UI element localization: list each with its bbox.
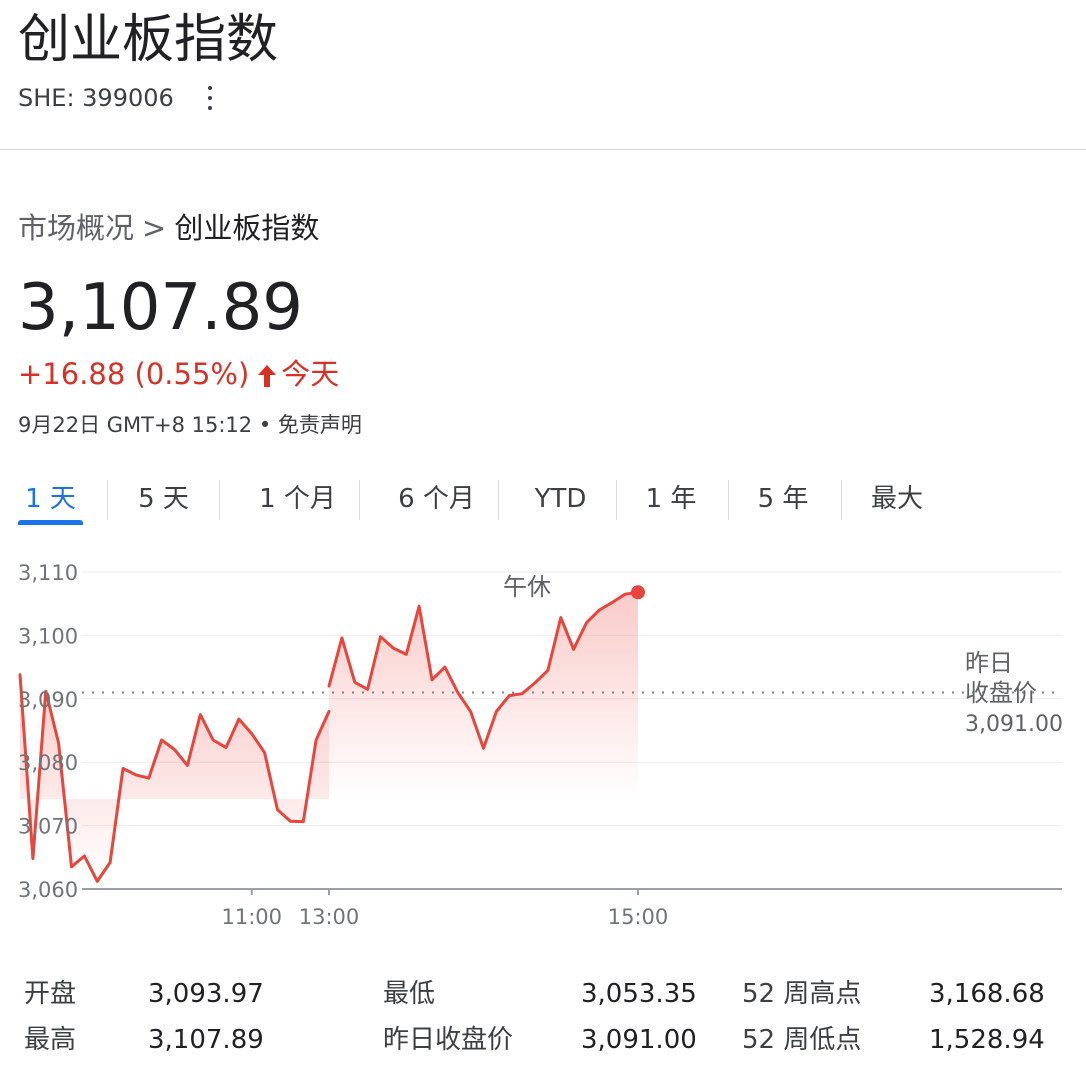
y-tick-label: 3,080 — [18, 751, 78, 775]
series-area-afternoon — [329, 592, 638, 799]
change-value: +16.88 (0.55%) — [18, 357, 250, 391]
stat-label-low: 最低 — [383, 979, 436, 1009]
stat-value-52w-high: 3,168.68 — [929, 979, 1045, 1009]
tab-max[interactable]: 最大 — [864, 470, 930, 526]
price-chart[interactable]: 3,060 3,070 3,080 3,090 3,100 3,110 11:00 13:00… — [0, 555, 1086, 945]
ticker-symbol: SHE: 399006 — [18, 84, 174, 112]
y-tick-label: 3,090 — [18, 688, 78, 712]
price-change: +16.88 (0.55%) 今天 — [18, 354, 339, 394]
stat-value-prev-close: 3,091.00 — [581, 1025, 697, 1055]
stats-row: 开盘 3,093.97 最低 3,053.35 52 周高点 3,168.68 — [0, 972, 1086, 1016]
page-title: 创业板指数 — [18, 10, 279, 70]
stat-label-open: 开盘 — [24, 979, 77, 1009]
more-vertical-icon[interactable] — [202, 84, 218, 112]
breadcrumb-market-overview[interactable]: 市场概况 — [18, 211, 134, 245]
breadcrumb-separator: > — [142, 211, 167, 245]
tab-separator — [616, 480, 617, 520]
previous-close-label-line1: 昨日 — [965, 649, 1013, 677]
y-tick-label: 3,100 — [18, 624, 78, 648]
x-tick-label: 15:00 — [608, 905, 669, 929]
y-tick-label: 3,070 — [18, 815, 78, 839]
previous-close-label-line2: 收盘价 — [965, 679, 1037, 707]
tab-separator — [498, 480, 499, 520]
tab-separator — [219, 480, 220, 520]
header-divider — [0, 149, 1086, 150]
tab-6m[interactable]: 6 个月 — [379, 470, 494, 526]
tab-separator — [728, 480, 729, 520]
x-tick-label: 13:00 — [299, 905, 360, 929]
change-period: 今天 — [281, 357, 340, 391]
breadcrumb: 市场概况 > 创业板指数 — [18, 208, 319, 248]
arrow-up-icon — [258, 365, 277, 387]
lunch-break-label: 午休 — [503, 573, 551, 601]
stat-label-prev-close: 昨日收盘价 — [383, 1025, 514, 1055]
breadcrumb-current: 创业板指数 — [174, 211, 320, 245]
tab-separator — [359, 480, 360, 520]
active-tab-indicator — [18, 520, 83, 525]
tab-ytd[interactable]: YTD — [523, 470, 598, 526]
stat-label-high: 最高 — [24, 1025, 77, 1055]
tab-5d[interactable]: 5 天 — [126, 470, 201, 526]
stat-value-high: 3,107.89 — [148, 1025, 264, 1055]
quote-meta: 9月22日 GMT+8 15:12 • 免责声明 — [18, 410, 362, 440]
tab-1y[interactable]: 1 年 — [638, 470, 704, 526]
stat-value-low: 3,053.35 — [581, 979, 697, 1009]
meta-bullet: • — [258, 413, 272, 437]
stat-label-52w-high: 52 周高点 — [742, 979, 862, 1009]
tab-5y[interactable]: 5 年 — [750, 470, 816, 526]
current-price: 3,107.89 — [18, 271, 303, 345]
previous-close-value: 3,091.00 — [965, 712, 1063, 737]
disclaimer-link[interactable]: 免责声明 — [278, 413, 362, 437]
tab-1d[interactable]: 1 天 — [18, 470, 83, 526]
tab-separator — [841, 480, 842, 520]
tab-separator — [107, 480, 108, 520]
stats-row: 最高 3,107.89 昨日收盘价 3,091.00 52 周低点 1,528.… — [0, 1018, 1086, 1062]
x-tick-label: 11:00 — [221, 905, 282, 929]
tab-1m[interactable]: 1 个月 — [240, 470, 355, 526]
y-tick-label: 3,060 — [18, 878, 78, 902]
y-tick-label: 3,110 — [18, 561, 78, 585]
last-price-point — [631, 585, 645, 600]
quote-timestamp: 9月22日 GMT+8 15:12 — [18, 413, 253, 437]
stat-value-52w-low: 1,528.94 — [929, 1025, 1045, 1055]
stat-label-52w-low: 52 周低点 — [742, 1025, 862, 1055]
stat-value-open: 3,093.97 — [148, 979, 264, 1009]
